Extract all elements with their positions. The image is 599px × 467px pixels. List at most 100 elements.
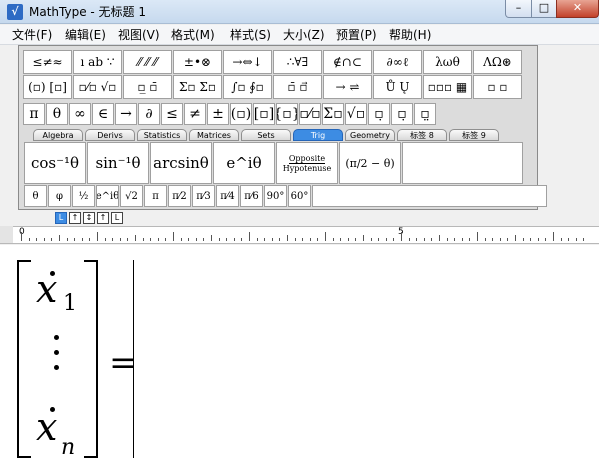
empty-slot[interactable] [402,142,523,184]
left-tab-button[interactable]: L [55,212,67,224]
integral-templates-button[interactable]: ∫▫ ∮▫ [223,75,272,99]
ruler[interactable]: 0 5 [13,226,599,244]
right-arrow-button[interactable]: → [115,103,137,125]
tab-statistics[interactable]: Statistics [137,129,187,141]
ruler-tick [340,238,342,241]
complement-angle-button[interactable]: (π/2 − θ) [339,142,401,184]
set-theory-symbols-button[interactable]: ∉∩⊂ [323,50,372,74]
ruler-tick [226,238,228,241]
opposite-hypotenuse-button[interactable]: Opposite Hypotenuse [276,142,338,184]
theta-symbol-button[interactable]: θ [24,185,47,207]
pi-button[interactable]: π [23,103,45,125]
brackets-button[interactable]: [▫] [253,103,275,125]
tab-derivs[interactable]: Derivs [85,129,135,141]
summation-templates-button[interactable]: Σ▫ Σ▫ [173,75,222,99]
relational-symbols-button[interactable]: ≤≠≈ [23,50,72,74]
tab-geometry[interactable]: Geometry [345,129,395,141]
arcsin-notation-button[interactable]: sin⁻¹θ [87,142,149,184]
menu-size[interactable]: 大小(Z) [282,27,326,43]
tab-label-9[interactable]: 标签 9 [449,129,499,141]
pi-symbol-button[interactable]: π [144,185,167,207]
product-set-templates-button[interactable]: Ů Ų [373,75,422,99]
braces-button[interactable]: {▫} [276,103,298,125]
fraction-button[interactable]: ▫⁄▫ [299,103,321,125]
ruler-tick [127,238,129,241]
theta-button[interactable]: θ [46,103,68,125]
ruler-tick [401,232,402,241]
right-tab-button[interactable]: L [111,212,123,224]
complement-angle-label: (π/2 − θ) [345,156,395,170]
menu-edit[interactable]: 编辑(E) [64,27,107,43]
arccos-notation-button[interactable]: cos⁻¹θ [24,142,86,184]
ruler-tick [104,238,106,241]
tab-trig[interactable]: Trig [293,129,343,141]
one-half-button[interactable]: ½ [72,185,95,207]
menu-help[interactable]: 帮助(H) [388,27,432,43]
tab-stop-controls: L ↑ ↕ ↑ L [55,212,123,224]
greek-lowercase-button[interactable]: λωθ [423,50,472,74]
menu-file[interactable]: 文件(F) [11,27,53,43]
ruler-tick [157,238,159,241]
minimize-button[interactable]: – [505,0,532,18]
decimal-tab-button[interactable]: ↕ [83,212,95,224]
pi-over-3-button[interactable]: π⁄3 [192,185,215,207]
maximize-button[interactable]: □ [531,0,557,18]
ruler-tick [347,238,349,241]
arrow-symbols-button[interactable]: →⇔↓ [223,50,272,74]
operator-symbols-button[interactable]: ±•⊗ [173,50,222,74]
plus-minus-button[interactable]: ± [207,103,229,125]
ruler-tick [294,238,296,241]
not-equal-button[interactable]: ≠ [184,103,206,125]
pi-over-2-button[interactable]: π⁄2 [168,185,191,207]
embellishments-button[interactable]: ⁄⁄ ⁄⁄ ⁄⁄ [123,50,172,74]
infinity-button[interactable]: ∞ [69,103,91,125]
tab-matrices[interactable]: Matrices [189,129,239,141]
box-templates-button[interactable]: ▫ ▫ [473,75,522,99]
logical-symbols-button[interactable]: ∴∀∃ [273,50,322,74]
labeled-arrow-templates-button[interactable]: → ⇌ [323,75,372,99]
euler-small-button[interactable]: e^iθ [96,185,119,207]
sqrt-two-button[interactable]: √2 [120,185,143,207]
square-root-button[interactable]: √▫ [345,103,367,125]
greek-uppercase-button[interactable]: ΛΩ⊛ [473,50,522,74]
equation-editor-area[interactable]: x 1 x n = [0,245,599,467]
dot-accent-button[interactable]: ▫̣ [391,103,413,125]
phi-symbol-button[interactable]: φ [48,185,71,207]
menu-preferences[interactable]: 预置(P) [335,27,378,43]
close-button[interactable]: ✕ [556,0,599,18]
ninety-degrees-button[interactable]: 90° [264,185,287,207]
euler-exponent-button[interactable]: e^iθ [213,142,275,184]
double-dot-accent-button[interactable]: ▫̤ [414,103,436,125]
empty-slot[interactable] [312,185,547,207]
partial-button[interactable]: ∂ [138,103,160,125]
ruler-tick [484,238,486,241]
subscript-superscript-templates-button[interactable]: ▫̲ ▫̄ [123,75,172,99]
less-equal-button[interactable]: ≤ [161,103,183,125]
menu-format[interactable]: 格式(M) [170,27,216,43]
center-tab-button[interactable]: ↑ [69,212,81,224]
tab-label-8[interactable]: 标签 8 [397,129,447,141]
menu-view[interactable]: 视图(V) [117,27,161,43]
element-of-button[interactable]: ∈ [92,103,114,125]
relational-tab-button[interactable]: ↑ [97,212,109,224]
ruler-tick [256,238,258,241]
fraction-radical-templates-button[interactable]: ▫⁄▫ √▫ [73,75,122,99]
pi-over-6-button[interactable]: π⁄6 [240,185,263,207]
fence-templates-button[interactable]: (▫) [▫] [23,75,72,99]
euler-exponent-label: e^iθ [226,154,262,172]
palette-tab-bar: Algebra Derivs Statistics Matrices Sets … [33,129,499,141]
matrix-templates-button[interactable]: ▫▫▫ ▦ [423,75,472,99]
ruler-tick [279,238,281,241]
sixty-degrees-button[interactable]: 60° [288,185,311,207]
subscript-button[interactable]: ▫̣ [368,103,390,125]
tab-sets[interactable]: Sets [241,129,291,141]
spaces-ellipses-button[interactable]: ı ab ∵ [73,50,122,74]
menu-style[interactable]: 样式(S) [229,27,272,43]
parentheses-button[interactable]: (▫) [230,103,252,125]
arcsin-button[interactable]: arcsinθ [150,142,212,184]
underbar-overbar-templates-button[interactable]: ▫̄ ▫⃗ [273,75,322,99]
tab-algebra[interactable]: Algebra [33,129,83,141]
summation-button[interactable]: Σ▫ [322,103,344,125]
misc-symbols-button[interactable]: ∂∞ℓ [373,50,422,74]
pi-over-4-button[interactable]: π⁄4 [216,185,239,207]
